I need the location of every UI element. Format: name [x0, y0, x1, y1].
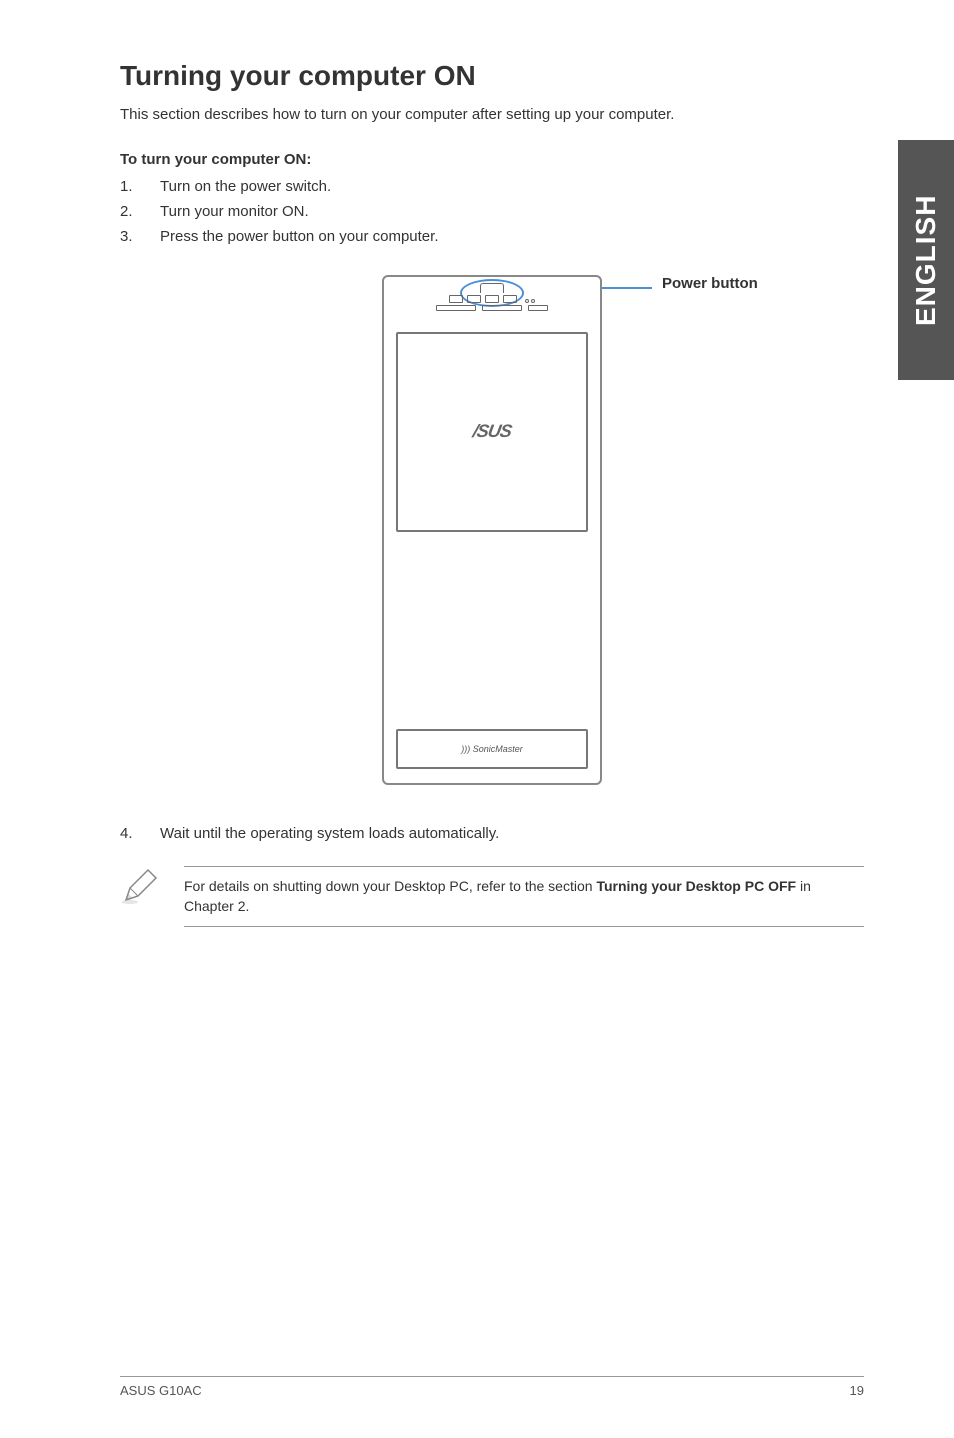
step-number: 2.: [120, 203, 160, 220]
step-item: 1. Turn on the power switch.: [120, 178, 864, 195]
power-button-label: Power button: [662, 275, 758, 292]
step-number: 4.: [120, 825, 160, 842]
note-text: For details on shutting down your Deskto…: [184, 866, 864, 927]
step-text: Turn your monitor ON.: [160, 203, 309, 220]
sonicmaster-panel: ))) SonicMaster: [396, 729, 588, 769]
note-prefix: For details on shutting down your Deskto…: [184, 878, 596, 894]
intro-text: This section describes how to turn on yo…: [120, 106, 864, 123]
computer-tower-diagram: /SUS ))) SonicMaster: [382, 275, 602, 785]
step-text: Press the power button on your computer.: [160, 228, 439, 245]
usb-port-icon: [485, 295, 499, 303]
usb-port-icon: [503, 295, 517, 303]
note-pencil-icon: [120, 866, 160, 906]
step-number: 1.: [120, 178, 160, 195]
asus-logo: /SUS: [471, 421, 513, 442]
step-item: 3. Press the power button on your comput…: [120, 228, 864, 245]
sonicmaster-label: ))) SonicMaster: [461, 744, 523, 754]
footer-model: ASUS G10AC: [120, 1383, 202, 1398]
tower-front-panel: /SUS: [396, 332, 588, 532]
card-slot-icon: [528, 305, 548, 311]
led-icon: [525, 299, 529, 303]
led-icon: [531, 299, 535, 303]
step-item: 2. Turn your monitor ON.: [120, 203, 864, 220]
step-text: Turn on the power switch.: [160, 178, 331, 195]
step-text: Wait until the operating system loads au…: [160, 825, 499, 842]
card-slot-icon: [436, 305, 476, 311]
usb-port-icon: [449, 295, 463, 303]
steps-list: 1. Turn on the power switch. 2. Turn you…: [120, 178, 864, 245]
step-item: 4. Wait until the operating system loads…: [120, 825, 864, 842]
page-footer: ASUS G10AC 19: [120, 1376, 864, 1398]
note-bold: Turning your Desktop PC OFF: [596, 878, 796, 894]
step-number: 3.: [120, 228, 160, 245]
footer-page-number: 19: [850, 1383, 864, 1398]
card-slot-icon: [482, 305, 522, 311]
language-tab: ENGLISH: [898, 140, 954, 380]
diagram-container: Power button: [120, 275, 864, 785]
note-block: For details on shutting down your Deskto…: [120, 866, 864, 927]
sub-heading: To turn your computer ON:: [120, 151, 864, 168]
page-heading: Turning your computer ON: [120, 60, 864, 92]
tower-top-panel: [384, 277, 600, 327]
usb-port-icon: [467, 295, 481, 303]
